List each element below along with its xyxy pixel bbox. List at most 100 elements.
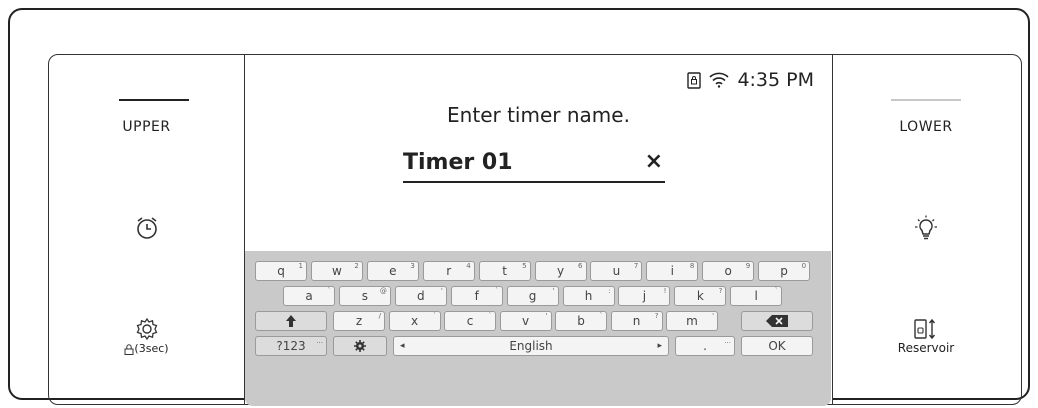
key-hint: ` <box>774 287 779 295</box>
key-k[interactable]: k? <box>674 286 727 306</box>
reservoir-icon <box>914 318 936 340</box>
period-key-label: . <box>703 339 707 353</box>
key-z[interactable]: z / <box>333 311 385 331</box>
gear-icon <box>354 339 366 352</box>
key-w[interactable]: w2 <box>310 261 363 281</box>
key-h[interactable]: h: <box>562 286 615 306</box>
key-hint: ? <box>718 287 723 295</box>
key-label: u <box>612 264 621 278</box>
ok-key[interactable]: OK <box>741 336 813 356</box>
key-label: h <box>584 289 593 303</box>
key-f[interactable]: f ` <box>450 286 503 306</box>
reservoir-button[interactable]: Reservoir <box>831 317 1021 355</box>
key-label: c <box>466 314 474 328</box>
key-label: r <box>446 264 452 278</box>
key-hint: 6 <box>578 262 583 270</box>
keyboard-row-2: a ` s @ d ' f ` g ' h: j! k? l ` <box>245 286 831 308</box>
key-hint: ! <box>663 287 667 295</box>
timer-button[interactable] <box>49 215 244 241</box>
key-j[interactable]: j! <box>618 286 671 306</box>
key-label: k <box>696 289 704 303</box>
key-b[interactable]: b ` <box>555 311 607 331</box>
key-label: o <box>724 264 732 278</box>
key-label: e <box>389 264 397 278</box>
language-next-arrow: ▸ <box>657 341 662 351</box>
key-hint: 0 <box>801 262 807 270</box>
key-label: a <box>305 289 313 303</box>
wifi-icon <box>709 72 729 88</box>
alarm-clock-icon <box>136 217 157 239</box>
upper-zone-label[interactable]: UPPER <box>49 119 244 135</box>
key-label: q <box>277 264 285 278</box>
key-label: g <box>528 289 537 303</box>
key-label: y <box>556 264 565 278</box>
key-e[interactable]: e3 <box>366 261 419 281</box>
space-key[interactable]: ◂ English ▸ <box>393 336 669 356</box>
key-label: s <box>361 289 369 303</box>
key-m[interactable]: m ' <box>666 311 718 331</box>
keyboard-row-1: q1w2e3r4t5y6u7i8o9p0 <box>245 261 831 283</box>
key-label: i <box>670 264 674 278</box>
key-hint: 3 <box>410 262 415 270</box>
key-x[interactable]: x ` <box>388 311 441 331</box>
keyboard-row-3: z / x ` c ` v ' b ` n? m ' <box>245 311 831 333</box>
keyboard-settings-key[interactable] <box>333 336 387 356</box>
key-hint: ` <box>433 312 437 320</box>
key-d[interactable]: d ' <box>394 286 447 306</box>
key-r[interactable]: r4 <box>422 261 475 281</box>
key-label: f <box>474 289 479 303</box>
key-label: j <box>642 289 647 303</box>
status-bar: 4:35 PM <box>687 69 814 91</box>
key-i[interactable]: i8 <box>646 261 699 281</box>
shift-key[interactable] <box>255 311 327 331</box>
key-hint: ' <box>545 312 548 320</box>
period-key[interactable]: . ... <box>675 336 735 356</box>
lock-duration-label: (3sec) <box>134 342 169 355</box>
key-c[interactable]: c ` <box>444 311 496 331</box>
lower-indicator-line <box>891 99 961 101</box>
keyboard-row-4: ?123 ... ◂ English ▸ . ... OK <box>245 336 831 358</box>
key-t[interactable]: t5 <box>478 261 531 281</box>
key-hint: 5 <box>522 262 527 270</box>
key-hint: / <box>378 312 381 320</box>
lock-icon <box>687 72 702 89</box>
key-v[interactable]: v ' <box>499 311 552 331</box>
key-q[interactable]: q1 <box>255 261 307 281</box>
settings-button[interactable]: (3sec) <box>49 317 244 355</box>
space-key-label: English <box>509 339 553 353</box>
key-label: d <box>416 289 425 303</box>
gear-icon <box>136 317 157 341</box>
backspace-icon <box>766 314 788 327</box>
key-label: n <box>632 314 641 328</box>
key-hint: 1 <box>298 262 303 270</box>
backspace-key[interactable] <box>741 311 813 331</box>
clock-time: 4:35 PM <box>737 69 814 91</box>
display-screen: 4:35 PM Enter timer name. × q1w2e3r4t5y6… <box>244 55 833 406</box>
key-y[interactable]: y6 <box>534 261 587 281</box>
key-hint: ? <box>654 312 659 320</box>
lower-zone-label[interactable]: LOWER <box>831 119 1021 135</box>
light-button[interactable] <box>831 215 1021 243</box>
key-hint: 2 <box>354 262 359 270</box>
key-hint: 4 <box>466 262 471 270</box>
key-a[interactable]: a ` <box>283 286 335 306</box>
key-hint: ' <box>552 287 555 295</box>
appliance-panel: UPPER (3sec) 4:35 PM Enter timer name. T… <box>8 8 1030 406</box>
timer-name-input[interactable] <box>403 147 623 177</box>
period-key-hint: ... <box>724 337 731 345</box>
key-o[interactable]: o9 <box>702 261 755 281</box>
lock-icon <box>124 343 134 355</box>
key-g[interactable]: g ' <box>506 286 559 306</box>
numbers-key[interactable]: ?123 ... <box>255 336 327 356</box>
key-hint: ` <box>327 287 332 295</box>
key-l[interactable]: l ` <box>730 286 783 306</box>
key-label: m <box>686 314 698 328</box>
key-hint: 7 <box>633 262 639 270</box>
key-s[interactable]: s @ <box>338 286 391 306</box>
key-u[interactable]: u7 <box>590 261 643 281</box>
key-label: z <box>355 314 363 328</box>
clear-text-button[interactable]: × <box>645 149 663 174</box>
ok-key-label: OK <box>768 339 786 353</box>
key-p[interactable]: p0 <box>758 261 811 281</box>
key-n[interactable]: n? <box>610 311 663 331</box>
